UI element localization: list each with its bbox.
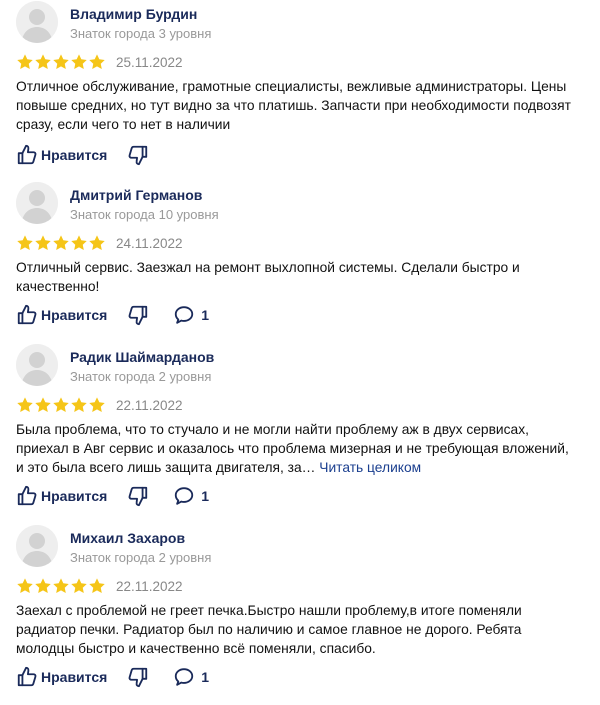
comment-icon	[173, 666, 195, 688]
comment-count: 1	[201, 488, 210, 504]
avatar[interactable]	[16, 1, 58, 43]
review-text: Отличный сервис. Заезжал на ремонт выхло…	[16, 258, 576, 296]
star-icon	[16, 53, 34, 71]
author-level: Знаток города 3 уровня	[70, 26, 212, 41]
star-icon	[34, 396, 52, 414]
thumbs-up-icon	[16, 485, 38, 507]
star-icon	[52, 234, 70, 252]
review-actions: Нравится	[16, 144, 173, 166]
star-rating	[16, 53, 106, 71]
review-actions: Нравится 1	[16, 666, 221, 688]
star-icon	[16, 234, 34, 252]
comment-count: 1	[201, 307, 210, 323]
star-icon	[70, 234, 88, 252]
like-button[interactable]: Нравится	[16, 666, 107, 688]
author-name[interactable]: Радик Шаймарданов	[70, 349, 214, 365]
thumbs-down-icon	[127, 304, 149, 326]
thumbs-down-icon	[127, 485, 149, 507]
review-card: Дмитрий Германов Знаток города 10 уровня…	[0, 181, 600, 362]
rating: 22.11.2022	[16, 396, 183, 414]
star-icon	[70, 577, 88, 595]
rating: 22.11.2022	[16, 577, 183, 595]
author-name[interactable]: Дмитрий Германов	[70, 187, 202, 203]
thumbs-up-icon	[16, 144, 38, 166]
review-text-body: Отличное обслуживание, грамотные специал…	[16, 79, 571, 132]
author-level: Знаток города 2 уровня	[70, 369, 212, 384]
star-rating	[16, 577, 106, 595]
thumbs-up-icon	[16, 304, 38, 326]
review-text-body: Отличный сервис. Заезжал на ремонт выхло…	[16, 260, 520, 294]
like-button[interactable]: Нравится	[16, 144, 107, 166]
star-icon	[52, 53, 70, 71]
comment-icon	[173, 304, 195, 326]
author-level: Знаток города 10 уровня	[70, 207, 219, 222]
review-card: Радик Шаймарданов Знаток города 2 уровня…	[0, 343, 600, 524]
review-date: 22.11.2022	[116, 578, 183, 594]
dislike-button[interactable]	[127, 144, 149, 166]
dislike-button[interactable]	[127, 304, 149, 326]
review-text: Заехал с проблемой не греет печка.Быстро…	[16, 601, 576, 658]
author-level: Знаток города 2 уровня	[70, 550, 212, 565]
comment-count: 1	[201, 669, 210, 685]
star-icon	[70, 396, 88, 414]
rating: 25.11.2022	[16, 53, 183, 71]
review-text: Отличное обслуживание, грамотные специал…	[16, 77, 576, 134]
avatar[interactable]	[16, 182, 58, 224]
star-rating	[16, 234, 106, 252]
review-card: Владимир Бурдин Знаток города 3 уровня 2…	[0, 0, 600, 181]
review-card: Михаил Захаров Знаток города 2 уровня 22…	[0, 524, 600, 705]
star-icon	[52, 577, 70, 595]
like-label: Нравится	[41, 488, 108, 504]
read-more-link[interactable]: Читать целиком	[319, 460, 421, 475]
star-rating	[16, 396, 106, 414]
review-date: 22.11.2022	[116, 397, 183, 413]
review-actions: Нравится 1	[16, 485, 221, 507]
dislike-button[interactable]	[127, 666, 149, 688]
comments-button[interactable]: 1	[173, 485, 209, 507]
like-button[interactable]: Нравится	[16, 304, 107, 326]
thumbs-up-icon	[16, 666, 38, 688]
author-name[interactable]: Владимир Бурдин	[70, 6, 197, 22]
star-icon	[88, 577, 106, 595]
star-icon	[70, 53, 88, 71]
dislike-button[interactable]	[127, 485, 149, 507]
star-icon	[16, 396, 34, 414]
comments-button[interactable]: 1	[173, 304, 209, 326]
avatar[interactable]	[16, 525, 58, 567]
review-actions: Нравится 1	[16, 304, 221, 326]
star-icon	[16, 577, 34, 595]
like-button[interactable]: Нравится	[16, 485, 107, 507]
review-text-body: Была проблема, что то стучало и не могли…	[16, 422, 569, 475]
review-date: 24.11.2022	[116, 235, 183, 251]
star-icon	[34, 53, 52, 71]
star-icon	[88, 396, 106, 414]
like-label: Нравится	[41, 147, 108, 163]
star-icon	[88, 234, 106, 252]
author-name[interactable]: Михаил Захаров	[70, 530, 185, 546]
like-label: Нравится	[41, 669, 108, 685]
rating: 24.11.2022	[16, 234, 183, 252]
review-text-body: Заехал с проблемой не греет печка.Быстро…	[16, 603, 522, 656]
star-icon	[52, 396, 70, 414]
star-icon	[34, 577, 52, 595]
review-text: Была проблема, что то стучало и не могли…	[16, 420, 576, 477]
avatar[interactable]	[16, 344, 58, 386]
comment-icon	[173, 485, 195, 507]
star-icon	[88, 53, 106, 71]
star-icon	[34, 234, 52, 252]
thumbs-down-icon	[127, 144, 149, 166]
comments-button[interactable]: 1	[173, 666, 209, 688]
like-label: Нравится	[41, 307, 108, 323]
review-date: 25.11.2022	[116, 54, 183, 70]
thumbs-down-icon	[127, 666, 149, 688]
